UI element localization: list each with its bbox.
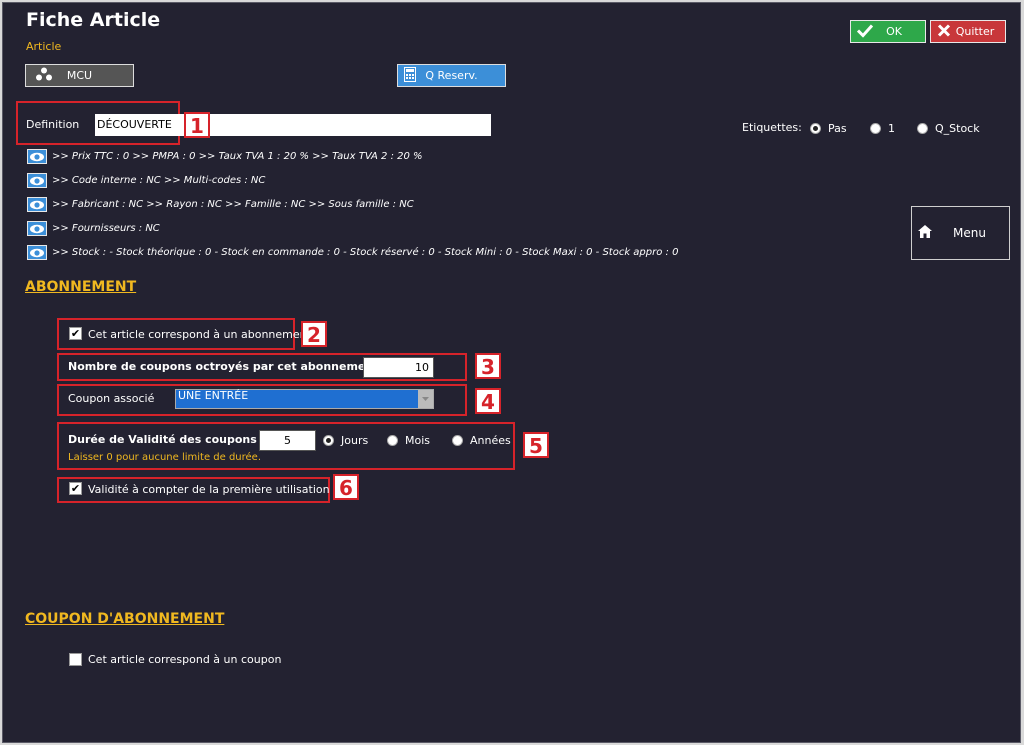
coupons-count-input[interactable]: 10 [363,357,434,378]
info-line-fournisseurs: >> Fournisseurs : NC [52,223,160,234]
menu-button[interactable]: Menu [911,206,1010,260]
validity-radio-jours[interactable] [323,435,334,446]
home-icon [918,225,932,241]
window: Fiche Article Article OK Quitter MCU Q R… [2,2,1021,743]
coupon-section-title: COUPON D'ABONNEMENT [25,611,225,627]
eye-icon[interactable] [27,173,47,188]
callout-1: 1 [184,112,210,138]
eye-icon[interactable] [27,245,47,260]
page-subtitle: Article [26,40,62,53]
coupons-count-label: Nombre de coupons octroyés par cet abonn… [68,360,379,373]
ok-label: OK [886,25,902,38]
info-line-prix: >> Prix TTC : 0 >> PMPA : 0 >> Taux TVA … [52,151,423,162]
validity-label: Durée de Validité des coupons [68,433,257,446]
callout-6: 6 [333,474,359,500]
etiquette-radio-qstock[interactable] [917,123,928,134]
etiquette-radio-1[interactable] [870,123,881,134]
validity-label-jours: Jours [341,434,369,447]
validity-input[interactable]: 5 [259,430,316,451]
definition-input[interactable]: DÉCOUVERTE [95,114,491,136]
subscription-checkbox[interactable]: ✔ [69,327,82,340]
chevron-down-icon[interactable] [418,390,433,408]
info-line-stock: >> Stock : - Stock théorique : 0 - Stock… [52,247,679,258]
checkmark-icon [856,23,874,40]
close-icon [937,23,951,40]
validity-radio-mois[interactable] [387,435,398,446]
coupon-assoc-value: UNE ENTRÉE [178,389,249,402]
eye-icon[interactable] [27,197,47,212]
menu-label: Menu [953,226,986,240]
info-line-fabricant: >> Fabricant : NC >> Rayon : NC >> Famil… [52,199,414,210]
coupon-checkbox[interactable] [69,653,82,666]
subscription-label: Cet article correspond à un abonnement [88,328,311,341]
page-title: Fiche Article [26,9,161,31]
validity-hint: Laisser 0 pour aucune limite de durée. [68,452,262,463]
etiquette-label-pas: Pas [828,122,847,135]
etiquette-radio-pas[interactable] [810,123,821,134]
qreserv-label: Q Reserv. [425,69,478,82]
first-use-label: Validité à compter de la première utilis… [88,483,330,496]
coupon-assoc-select[interactable]: UNE ENTRÉE [175,389,434,409]
callout-2: 2 [301,321,327,347]
quit-button[interactable]: Quitter [930,20,1006,43]
eye-icon[interactable] [27,221,47,236]
first-use-checkbox[interactable]: ✔ [69,482,82,495]
coupon-assoc-label: Coupon associé [68,392,155,405]
calculator-icon [404,66,416,85]
callout-3: 3 [475,353,501,379]
abonnement-section-title: ABONNEMENT [25,279,137,295]
ok-button[interactable]: OK [850,20,926,43]
validity-label-annees: Années [470,434,511,447]
validity-radio-annees[interactable] [452,435,463,446]
mcu-label: MCU [66,69,93,82]
eye-icon[interactable] [27,149,47,164]
quit-label: Quitter [955,25,995,38]
etiquettes-label: Etiquettes: [742,121,802,134]
validity-label-mois: Mois [405,434,431,447]
callout-5: 5 [523,432,549,458]
qreserv-button[interactable]: Q Reserv. [397,64,506,87]
callout-4: 4 [475,388,501,414]
dots-icon [35,67,53,84]
etiquette-label-1: 1 [888,122,895,135]
definition-label: Definition [26,118,80,131]
etiquette-label-qstock: Q_Stock [935,122,980,135]
coupon-label: Cet article correspond à un coupon [88,653,282,666]
mcu-button[interactable]: MCU [25,64,134,87]
info-line-code: >> Code interne : NC >> Multi-codes : NC [52,175,266,186]
